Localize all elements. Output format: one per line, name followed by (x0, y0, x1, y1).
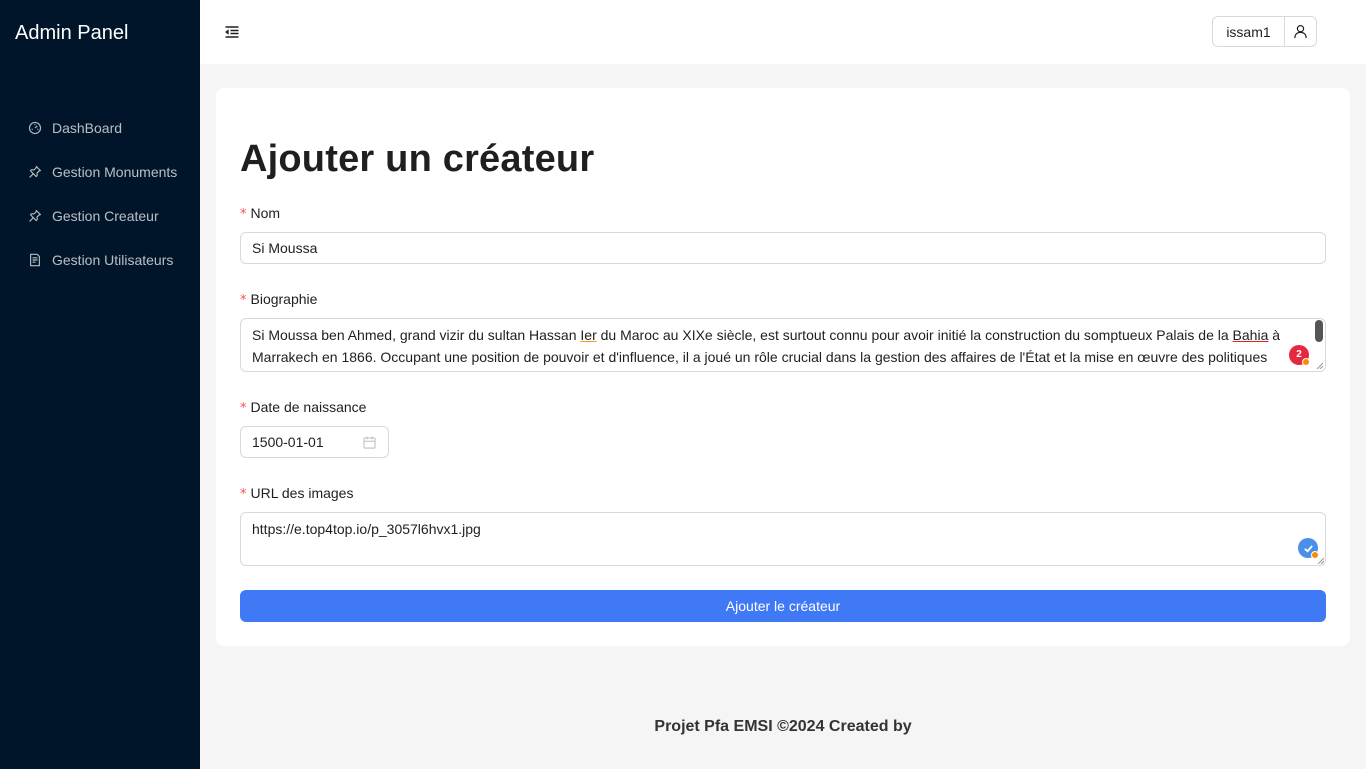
bio-text-flagged: Ier (580, 327, 597, 343)
grammar-badge[interactable]: 2 (1289, 345, 1310, 366)
biographie-label-text: Biographie (250, 291, 318, 307)
textarea-scrollbar[interactable] (1315, 320, 1323, 342)
date-value: 1500-01-01 (252, 434, 324, 450)
required-mark: * (240, 487, 247, 502)
sidebar: Admin Panel DashBoard Gestion Monuments … (0, 0, 200, 769)
nom-label: * Nom (240, 205, 280, 222)
user-button[interactable] (1285, 17, 1316, 46)
username-label: issam1 (1213, 17, 1285, 46)
url-images-textarea[interactable]: https://e.top4top.io/p_3057l6hvx1.jpg (240, 512, 1326, 566)
date-label-text: Date de naissance (250, 399, 367, 415)
file-text-icon (30, 253, 40, 267)
sidebar-item-label: DashBoard (52, 120, 123, 136)
dashboard-icon (28, 121, 42, 135)
biographie-label: * Biographie (240, 291, 317, 308)
grammar-badge-count: 2 (1296, 349, 1302, 360)
user-icon (1294, 24, 1307, 39)
required-mark: * (240, 207, 247, 222)
biographie-textarea[interactable]: Si Moussa ben Ahmed, grand vizir du sult… (240, 318, 1326, 372)
calendar-icon (363, 436, 376, 449)
sidebar-item-gestion-createur[interactable]: Gestion Createur (0, 194, 200, 238)
date-label: * Date de naissance (240, 399, 366, 416)
app-title: Admin Panel (15, 22, 129, 44)
url-label: * URL des images (240, 485, 353, 502)
resize-handle-icon[interactable] (1317, 557, 1324, 564)
sidebar-item-gestion-utilisateurs[interactable]: Gestion Utilisateurs (0, 238, 200, 282)
nom-label-text: Nom (250, 205, 281, 221)
sidebar-item-gestion-monuments[interactable]: Gestion Monuments (0, 150, 200, 194)
resize-handle-icon[interactable] (1316, 362, 1323, 369)
form-card: Ajouter un créateur * Nom Si Moussa * Biog… (216, 88, 1350, 646)
date-naissance-picker[interactable]: 1500-01-01 (240, 426, 389, 458)
sidebar-item-label: Gestion Createur (52, 208, 159, 224)
menu-fold-icon[interactable] (224, 24, 240, 40)
bio-text-flagged: Bahia (1232, 327, 1269, 343)
user-menu: issam1 (1212, 16, 1317, 47)
sidebar-item-label: Gestion Monuments (52, 164, 178, 180)
required-mark: * (240, 401, 247, 416)
url-label-text: URL des images (250, 485, 354, 501)
sidebar-item-dashboard[interactable]: DashBoard (0, 106, 200, 150)
footer-text: Projet Pfa EMSI ©2024 Created by (654, 718, 912, 735)
sidebar-menu: DashBoard Gestion Monuments Gestion Crea… (0, 106, 200, 282)
page-title: Ajouter un créateur (240, 138, 595, 180)
pushpin-icon (29, 166, 41, 178)
required-mark: * (240, 293, 247, 308)
grammar-check-badge[interactable] (1298, 538, 1319, 559)
bio-text: du Maroc au XIXe siècle, est surtout con… (596, 327, 1233, 343)
sidebar-item-label: Gestion Utilisateurs (52, 252, 174, 268)
bio-text: Si Moussa ben Ahmed, grand vizir du sult… (252, 327, 581, 343)
status-dot (1302, 358, 1310, 366)
add-creator-button[interactable]: Ajouter le créateur (240, 590, 1326, 622)
pushpin-icon (29, 210, 41, 222)
top-header: issam1 (200, 0, 1366, 64)
nom-input[interactable]: Si Moussa (240, 232, 1326, 264)
